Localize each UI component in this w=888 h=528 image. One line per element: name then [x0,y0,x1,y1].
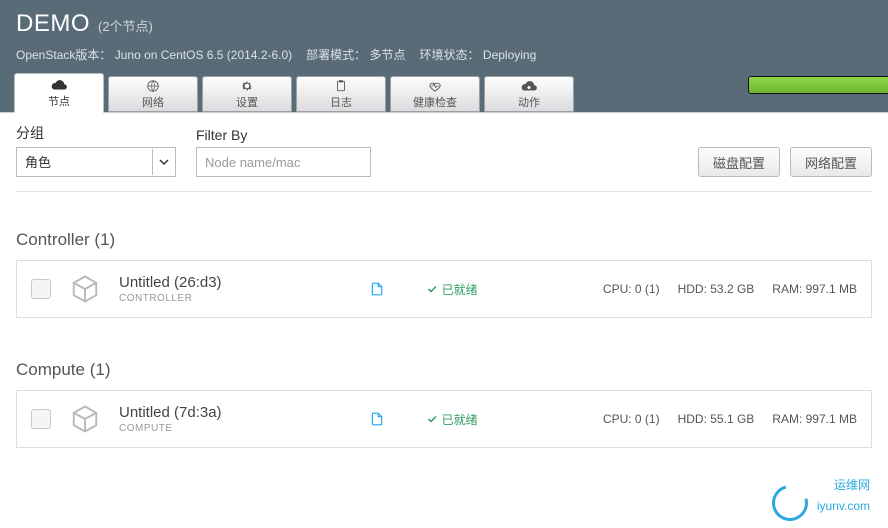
node-row: Untitled (26:d3) CONTROLLER 已就绪 CPU: 0 (… [16,260,872,318]
cpu-stat: CPU: 0 (1) [603,282,660,296]
cloud-action-icon [520,79,538,93]
page-header: DEMO (2个节点) OpenStack版本： Juno on CentOS … [0,0,888,63]
tab-label: 日志 [330,94,352,110]
tab-health[interactable]: 健康检查 [390,76,480,112]
hdd-stat: HDD: 55.1 GB [678,412,755,426]
watermark-ring-icon [765,478,814,527]
node-stats: CPU: 0 (1) HDD: 53.2 GB RAM: 997.1 MB [603,282,857,296]
node-name[interactable]: Untitled (7d:3a) [119,404,222,421]
ram-stat: RAM: 997.1 MB [772,282,857,296]
node-name[interactable]: Untitled (26:d3) [119,274,222,291]
tab-label: 网络 [142,94,164,110]
node-icon [69,273,101,305]
node-role: COMPUTE [119,423,222,434]
check-icon [426,283,438,295]
group-by-label: 分组 [16,123,176,143]
network-config-button[interactable]: 网络配置 [790,147,872,177]
filter-by-input[interactable] [196,147,371,177]
node-role: CONTROLLER [119,293,222,304]
tab-settings[interactable]: 设置 [202,76,292,112]
cloud-icon [50,78,68,92]
group-header-compute: Compute (1) [16,360,872,380]
environment-info-row: OpenStack版本： Juno on CentOS 6.5 (2014.2-… [16,46,872,63]
tab-nodes[interactable]: 节点 [14,73,104,113]
tab-logs[interactable]: 日志 [296,76,386,112]
env-status-value: Deploying [483,48,536,62]
tab-label: 健康检查 [413,94,457,110]
tab-actions[interactable]: 动作 [484,76,574,112]
node-checkbox[interactable] [31,279,51,299]
gear-icon [238,79,256,93]
clipboard-icon [332,79,350,93]
filter-bar: 分组 角色 Filter By 磁盘配置 网络配置 [16,123,872,187]
group-header-controller: Controller (1) [16,230,872,250]
deploy-progress-bar [748,76,888,94]
document-icon[interactable] [370,412,384,426]
node-checkbox[interactable] [31,409,51,429]
globe-icon [144,79,162,93]
tab-label: 节点 [48,93,70,109]
node-row: Untitled (7d:3a) COMPUTE 已就绪 CPU: 0 (1) … [16,390,872,448]
heartbeat-icon [426,79,444,93]
env-status-label: 环境状态： [420,48,480,62]
tab-label: 设置 [236,94,258,110]
main-content: 分组 角色 Filter By 磁盘配置 网络配置 Controller (1) [0,112,888,478]
node-status: 已就绪 [426,281,478,298]
watermark-url: iyunv.com [817,499,870,513]
ram-stat: RAM: 997.1 MB [772,412,857,426]
tab-label: 动作 [518,94,540,110]
node-stats: CPU: 0 (1) HDD: 55.1 GB RAM: 997.1 MB [603,412,857,426]
group-by-select[interactable]: 角色 [16,147,176,177]
environment-title: DEMO [16,10,90,38]
divider [16,191,872,192]
progress-fill [749,77,888,93]
document-icon[interactable] [370,282,384,296]
disk-config-button[interactable]: 磁盘配置 [698,147,780,177]
hdd-stat: HDD: 53.2 GB [678,282,755,296]
tabs-bar: 节点 网络 设置 日志 健康检查 动作 [0,63,888,112]
node-icon [69,403,101,435]
cpu-stat: CPU: 0 (1) [603,412,660,426]
tab-network[interactable]: 网络 [108,76,198,112]
check-icon [426,413,438,425]
node-status: 已就绪 [426,411,478,428]
filter-by-label: Filter By [196,127,371,143]
version-value: Juno on CentOS 6.5 (2014.2-6.0) [115,48,292,62]
version-label: OpenStack版本： [16,48,111,62]
node-count-subtitle: (2个节点) [98,16,153,35]
deploy-mode-value: 多节点 [370,48,406,62]
watermark: 运维网 [834,476,870,493]
deploy-mode-label: 部署模式： [306,48,366,62]
